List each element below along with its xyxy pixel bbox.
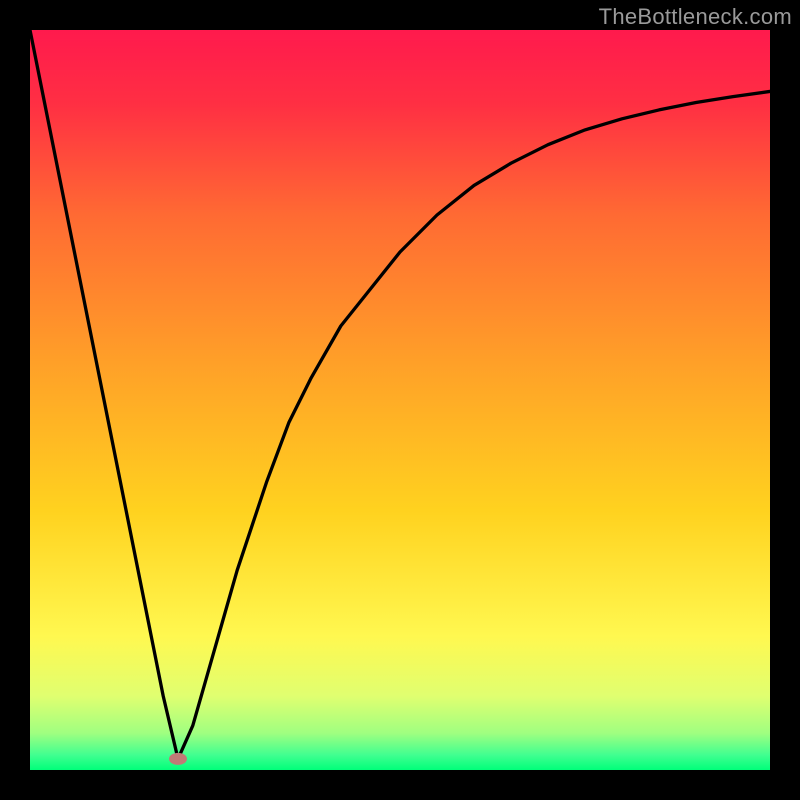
chart-svg — [30, 30, 770, 770]
watermark-text: TheBottleneck.com — [599, 4, 792, 30]
optimum-marker — [169, 753, 187, 765]
gradient-bg — [30, 30, 770, 770]
plot-area — [30, 30, 770, 770]
chart-frame: TheBottleneck.com — [0, 0, 800, 800]
